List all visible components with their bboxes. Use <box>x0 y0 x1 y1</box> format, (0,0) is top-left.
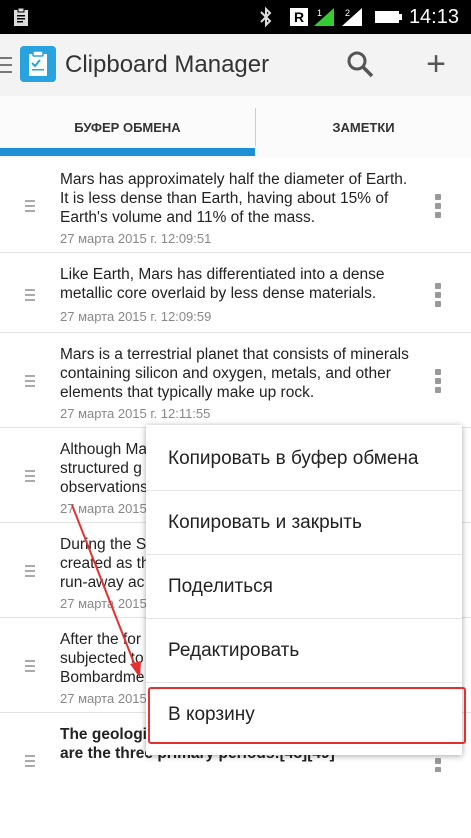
bluetooth-icon <box>260 6 272 28</box>
clip-text: During the S created as th run-away ac <box>60 536 150 591</box>
battery-icon <box>375 11 402 23</box>
bottom-area <box>0 772 471 838</box>
tab-active-indicator <box>0 148 255 156</box>
status-bar: R 1 2 14:13 <box>0 0 471 34</box>
drag-handle-icon[interactable] <box>25 289 35 301</box>
clip-text: Although Ma structured g observations <box>60 441 148 496</box>
menu-item-copy-to-clipboard[interactable]: Копировать в буфер обмена <box>146 427 462 491</box>
tab-bar: БУФЕР ОБМЕНА ЗАМЕТКИ <box>0 96 471 159</box>
svg-text:1: 1 <box>317 8 322 18</box>
search-icon[interactable] <box>346 50 374 78</box>
menu-item-copy-and-close[interactable]: Копировать и закрыть <box>146 491 462 555</box>
clip-text: Mars has approximately half the diameter… <box>60 171 408 226</box>
list-item[interactable]: Mars is a terrestrial planet that consis… <box>0 333 471 428</box>
clip-date: 27 марта 2015 <box>60 596 147 611</box>
drag-handle-icon[interactable] <box>25 200 35 212</box>
clip-date: 27 марта 2015 <box>60 691 147 706</box>
add-icon[interactable]: + <box>422 47 450 81</box>
status-time: 14:13 <box>408 6 459 28</box>
more-options-icon[interactable] <box>435 369 441 396</box>
svg-text:2: 2 <box>345 8 350 18</box>
clip-date: 27 марта 2015 г. 12:09:59 <box>60 309 212 324</box>
roaming-icon: R <box>290 8 308 26</box>
signal-1-icon: 1 <box>314 8 334 26</box>
drag-handle-icon[interactable] <box>25 375 35 387</box>
drag-handle-icon[interactable] <box>25 660 35 672</box>
clip-date: 27 марта 2015 г. 12:09:51 <box>60 231 212 246</box>
drag-handle-icon[interactable] <box>25 565 35 577</box>
clipboard-notification-icon <box>14 7 28 26</box>
menu-item-share[interactable]: Поделиться <box>146 555 462 619</box>
drag-handle-icon[interactable] <box>25 470 35 482</box>
clip-date: 27 марта 2015 <box>60 501 147 516</box>
clipboard-app-icon <box>20 46 56 82</box>
menu-item-edit[interactable]: Редактировать <box>146 619 462 683</box>
list-item[interactable]: Mars has approximately half the diameter… <box>0 158 471 253</box>
menu-icon[interactable] <box>0 54 14 76</box>
drag-handle-icon[interactable] <box>25 755 35 767</box>
list-item[interactable]: Like Earth, Mars has differentiated into… <box>0 253 471 333</box>
app-title: Clipboard Manager <box>65 51 270 78</box>
tab-notes[interactable]: ЗАМЕТКИ <box>256 96 471 158</box>
clip-text: Mars is a terrestrial planet that consis… <box>60 346 409 401</box>
app-bar: Clipboard Manager + <box>0 34 471 97</box>
signal-2-icon: 2 <box>342 8 362 26</box>
clip-text: Like Earth, Mars has differentiated into… <box>60 266 385 302</box>
svg-text:R: R <box>294 9 304 25</box>
more-options-icon[interactable] <box>435 283 441 310</box>
more-options-icon[interactable] <box>435 194 441 221</box>
clip-text: After the for subjected to Bombardme <box>60 631 145 686</box>
clip-date: 27 марта 2015 г. 12:11:55 <box>60 406 211 421</box>
highlight-box <box>148 687 466 744</box>
